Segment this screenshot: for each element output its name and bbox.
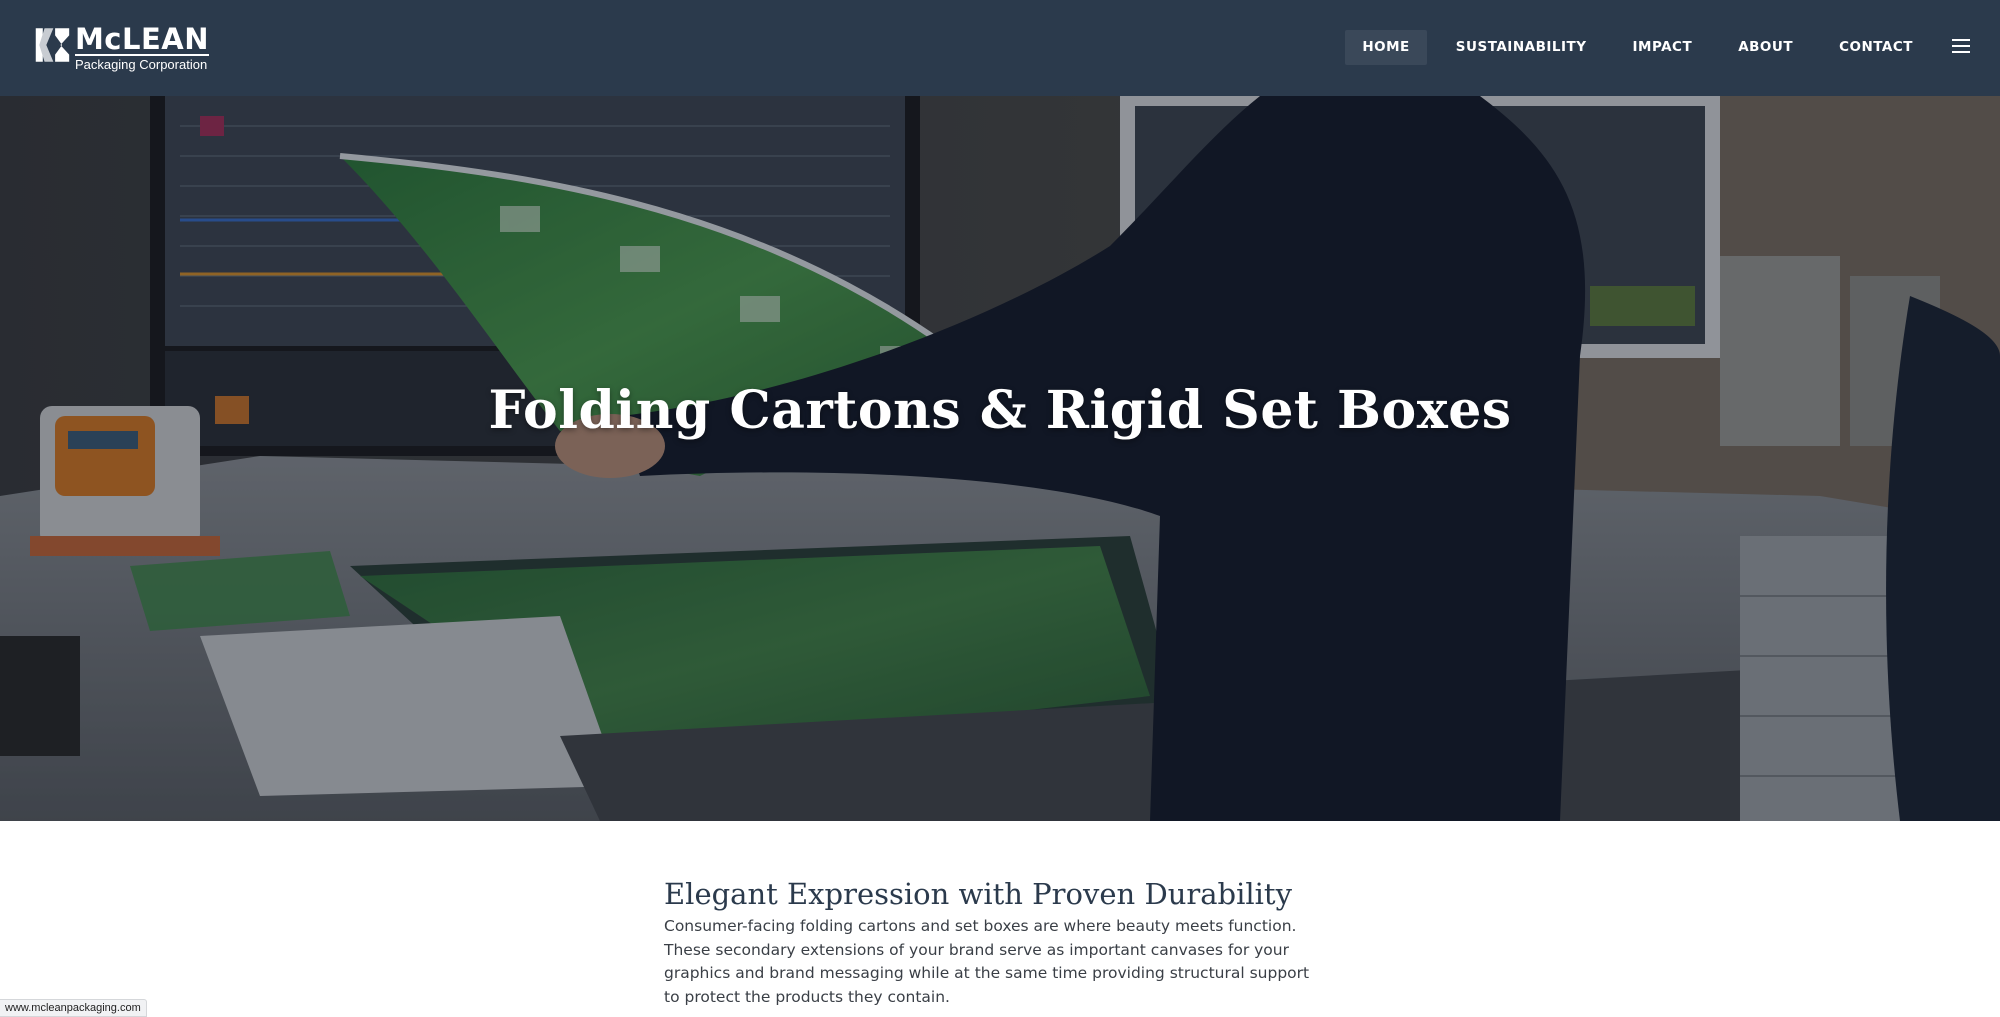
- nav-contact[interactable]: CONTACT: [1822, 30, 1930, 65]
- nav-impact[interactable]: IMPACT: [1616, 30, 1710, 65]
- hero-overlay: [0, 96, 2000, 821]
- brand-subtitle: Packaging Corporation: [74, 57, 208, 72]
- section-heading: Elegant Expression with Proven Durabilit…: [664, 877, 1292, 911]
- brand-name: McLEAN: [74, 22, 209, 56]
- nav-home[interactable]: HOME: [1345, 30, 1427, 65]
- hero-title: Folding Cartons & Rigid Set Boxes: [488, 380, 1512, 441]
- section-body: Consumer-facing folding cartons and set …: [664, 917, 1310, 1006]
- nav-sustainability[interactable]: SUSTAINABILITY: [1439, 30, 1604, 65]
- brand-logo[interactable]: McLEAN Packaging Corporation: [34, 22, 209, 73]
- brand-wordmark: McLEAN Packaging Corporation: [74, 22, 209, 73]
- nav-about[interactable]: ABOUT: [1721, 30, 1810, 65]
- intro-section: Elegant Expression with Proven Durabilit…: [664, 876, 1324, 1009]
- mclean-logo-mark-icon: [35, 28, 70, 62]
- main-nav: HOME SUSTAINABILITY IMPACT ABOUT CONTACT: [1333, 30, 1930, 65]
- site-header: McLEAN Packaging Corporation HOME SUSTAI…: [0, 0, 2000, 96]
- hero-banner: Folding Cartons & Rigid Set Boxes: [0, 96, 2000, 821]
- hamburger-menu-icon[interactable]: [1952, 39, 1970, 53]
- link-status-bar: www.mcleanpackaging.com: [0, 999, 147, 1017]
